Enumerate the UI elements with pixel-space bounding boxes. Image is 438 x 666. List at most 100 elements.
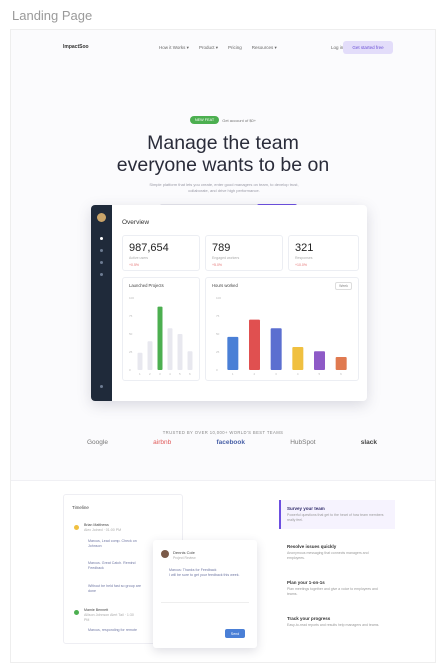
slack-logo: slack xyxy=(360,439,377,446)
feature-desc: Plan meetings together and give a voice … xyxy=(287,587,378,596)
y-tick-label: 100 xyxy=(216,296,221,300)
nav-item-resources[interactable]: Resources ▾ xyxy=(252,45,277,51)
x-tick-label: 2 xyxy=(149,372,151,376)
feature-desc: Anonymous messaging that connects manage… xyxy=(287,551,369,560)
stat-value: 321 xyxy=(295,242,314,254)
bar xyxy=(249,319,260,370)
stat-change: +5.0% xyxy=(212,263,223,267)
chat-message-line: I will be sure to get your feedback this… xyxy=(169,573,240,577)
feature-item-survey[interactable]: Survey your team Powerful questions that… xyxy=(279,500,395,529)
feature-item-plan[interactable]: Plan your 1-on-1s Plan meetings together… xyxy=(279,580,395,597)
x-tick-label: 2 xyxy=(254,372,256,376)
y-tick-label: 100 xyxy=(129,296,134,300)
x-tick-label: 6 xyxy=(340,372,342,376)
x-tick-label: 5 xyxy=(179,372,181,376)
status-dot-icon xyxy=(74,610,79,615)
feature-desc: Powerful questions that get to the heart… xyxy=(287,513,384,522)
hubspot-logo: HubSpot xyxy=(290,439,316,446)
feature-item-resolve[interactable]: Resolve issues quickly Anonymous messagi… xyxy=(279,544,395,561)
dashboard-heading: Overview xyxy=(122,219,150,226)
y-tick-label: 75 xyxy=(129,314,133,318)
avatar xyxy=(161,550,169,558)
users-icon[interactable] xyxy=(100,261,103,264)
y-tick-label: 0 xyxy=(216,368,218,372)
bar xyxy=(270,328,282,370)
hero-title-line-1: Manage the team xyxy=(147,132,299,154)
hours-worked-card: Hours worked Week 0 25 50 75 100 1 2 3 4 5 6 xyxy=(205,277,359,381)
chat-message: Marcus: Thanks for Feedback I will be su… xyxy=(169,568,247,578)
y-tick-label: 25 xyxy=(129,350,133,354)
stat-label: Engaged workers xyxy=(212,256,240,260)
x-tick-label: 6 xyxy=(189,372,191,376)
timeline-title: Timeline xyxy=(72,505,89,510)
bar xyxy=(292,346,304,370)
stat-change: +10.0% xyxy=(295,263,307,267)
search-icon[interactable] xyxy=(100,249,103,252)
nav-item-pricing[interactable]: Pricing xyxy=(228,45,242,51)
chat-sender-name: Dennis Cole xyxy=(173,550,195,555)
x-tick-label: 3 xyxy=(159,372,161,376)
google-logo: Google xyxy=(87,439,108,446)
bar xyxy=(147,341,153,370)
get-started-button[interactable]: Get started free xyxy=(343,41,393,54)
bar xyxy=(157,306,163,370)
stat-card-responses: 321 Responses +10.0% xyxy=(288,235,359,271)
new-badge: NEW FEAT xyxy=(189,116,220,124)
launched-projects-card: Launched Projects 0 25 50 75 100 1 2 3 4 5 6 xyxy=(122,277,200,381)
x-tick-label: 4 xyxy=(297,372,299,376)
hero-subtitle: Simple platform that lets you create, en… xyxy=(149,182,299,193)
home-icon[interactable] xyxy=(100,237,103,240)
y-tick-label: 50 xyxy=(129,332,133,336)
x-tick-label: 5 xyxy=(319,372,321,376)
chart-icon[interactable] xyxy=(100,273,103,276)
stat-value: 789 xyxy=(212,242,231,254)
divider xyxy=(161,602,249,603)
artboard-label: Landing Page xyxy=(12,8,93,23)
y-tick-label: 50 xyxy=(216,332,220,336)
bar xyxy=(314,351,325,370)
landing-page-artboard: ImpactSoo How it Works ▾ Product ▾ Prici… xyxy=(10,29,436,663)
dashboard-sidebar xyxy=(91,205,112,401)
facebook-logo: facebook xyxy=(216,439,245,446)
launched-projects-chart: 0 25 50 75 100 1 2 3 4 5 6 xyxy=(129,296,193,376)
top-nav: ImpactSoo How it Works ▾ Product ▾ Prici… xyxy=(11,30,435,70)
bar xyxy=(167,328,173,370)
timeline-entry-meta: Allison Johnson Alert Tail · 1:30 PM xyxy=(84,613,134,622)
x-tick-label: 3 xyxy=(275,372,277,376)
y-tick-label: 75 xyxy=(216,314,220,318)
settings-icon[interactable] xyxy=(100,385,103,388)
bar xyxy=(137,352,143,370)
customer-logos: Google airbnb facebook HubSpot slack xyxy=(87,439,377,446)
hero-title: Manage the team everyone wants to be on xyxy=(11,132,435,176)
bar xyxy=(187,351,193,370)
chat-sender-role: Project Review xyxy=(173,556,196,560)
login-link[interactable]: Log in xyxy=(331,45,343,50)
trusted-heading: TRUSTED BY OVER 10,000+ WORLD'S BEST TEA… xyxy=(162,430,284,435)
nav-item-how-it-works[interactable]: How it Works ▾ xyxy=(159,45,189,51)
avatar[interactable] xyxy=(97,213,106,222)
airbnb-logo: airbnb xyxy=(153,439,172,446)
feature-title: Plan your 1-on-1s xyxy=(287,580,325,585)
bar xyxy=(227,336,239,370)
timeline-entry[interactable]: Marcus, responding for remote xyxy=(88,628,148,633)
dashboard-preview: Overview 987,654 Active users +0.5% 789 … xyxy=(91,205,367,401)
announcement-text[interactable]: Get account of $0+ xyxy=(222,118,256,123)
x-tick-label: 1 xyxy=(139,372,141,376)
timeline-entry[interactable]: Marcus, Lead comp. Check on Johnson xyxy=(88,539,148,549)
stat-value: 987,654 xyxy=(129,242,169,254)
stat-change: +0.5% xyxy=(129,263,140,267)
nav-menu: How it Works ▾ Product ▾ Pricing Resourc… xyxy=(159,45,277,51)
bar xyxy=(335,357,347,370)
send-button[interactable]: Send xyxy=(225,629,245,638)
stat-card-workers: 789 Engaged workers +5.0% xyxy=(205,235,283,271)
chat-card: Dennis Cole Project Review Marcus: Thank… xyxy=(153,540,257,648)
feature-title: Survey your team xyxy=(287,506,325,511)
feature-item-track[interactable]: Track your progress Easy-to-read reports… xyxy=(279,616,395,628)
feature-desc: Easy-to-read reports and results help ma… xyxy=(287,623,380,627)
stat-label: Active users xyxy=(129,256,149,260)
timeline-entry[interactable]: Without be held fast so group are done xyxy=(88,584,148,594)
brand-logo[interactable]: ImpactSoo xyxy=(63,44,89,50)
nav-item-product[interactable]: Product ▾ xyxy=(199,45,218,51)
timeline-entry[interactable]: Marcus. Great Catch. Remind Feedback xyxy=(88,561,148,571)
y-tick-label: 25 xyxy=(216,350,220,354)
